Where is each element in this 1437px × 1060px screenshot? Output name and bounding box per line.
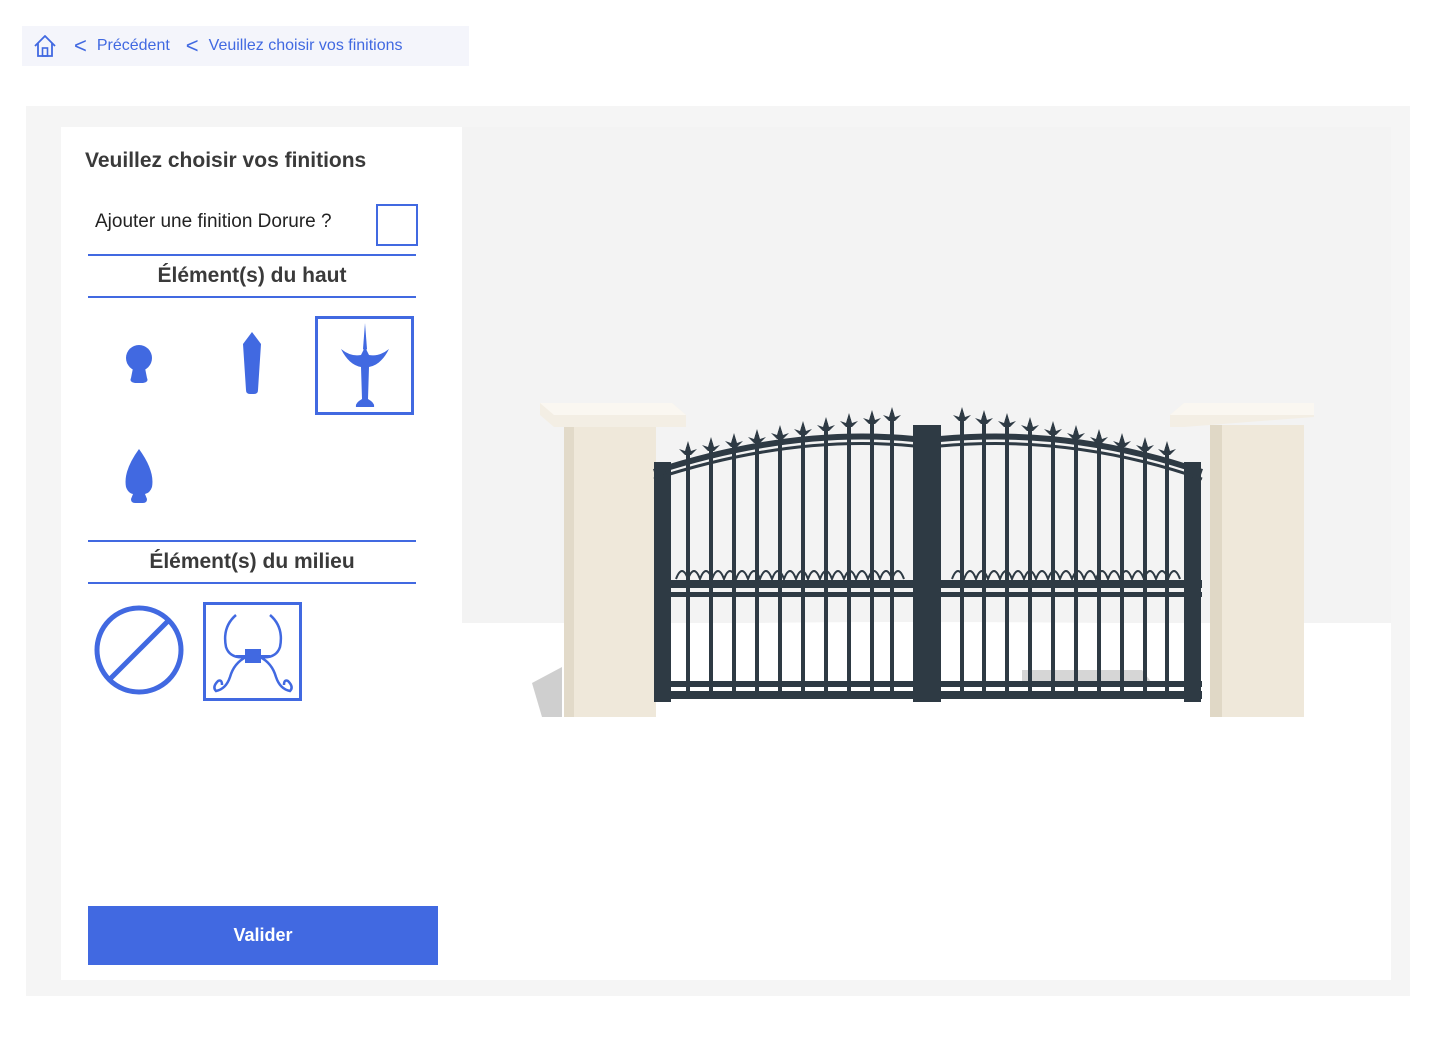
ball-finial-icon (126, 345, 152, 383)
top-option-ball[interactable] (91, 317, 187, 413)
breadcrumb: < Précédent < Veuillez choisir vos finit… (22, 26, 469, 66)
chevron-left-icon: < (185, 33, 199, 58)
validate-button[interactable]: Valider (88, 906, 438, 965)
gate-render (462, 403, 1391, 980)
gate-preview-viewer[interactable] (462, 127, 1391, 980)
top-option-spear[interactable] (315, 316, 414, 415)
top-elements-heading: Élément(s) du haut (88, 254, 416, 298)
top-option-flame[interactable] (91, 429, 187, 525)
middle-elements-heading-text: Élément(s) du milieu (149, 550, 355, 573)
middle-option-scroll[interactable] (203, 602, 302, 701)
top-elements-heading-text: Élément(s) du haut (157, 264, 347, 287)
dorure-checkbox[interactable] (376, 204, 418, 246)
middle-elements-heading: Élément(s) du milieu (88, 540, 416, 584)
breadcrumb-previous-link[interactable]: Précédent (97, 37, 170, 55)
home-icon[interactable] (32, 33, 58, 59)
pointed-post-icon (243, 332, 261, 394)
flame-finial-icon (125, 449, 153, 503)
spear-finial-icon (340, 322, 389, 407)
none-prohibited-icon (94, 605, 184, 695)
breadcrumb-current-link[interactable]: Veuillez choisir vos finitions (209, 37, 403, 55)
middle-option-none[interactable] (91, 602, 187, 698)
panel-title: Veuillez choisir vos finitions (85, 149, 367, 172)
top-option-pointed-post[interactable] (204, 317, 300, 413)
finishes-panel: Veuillez choisir vos finitions Ajouter u… (61, 127, 462, 980)
dorure-label: Ajouter une finition Dorure ? (95, 211, 332, 232)
scroll-ornament-icon (212, 613, 293, 692)
chevron-left-icon: < (74, 33, 87, 58)
